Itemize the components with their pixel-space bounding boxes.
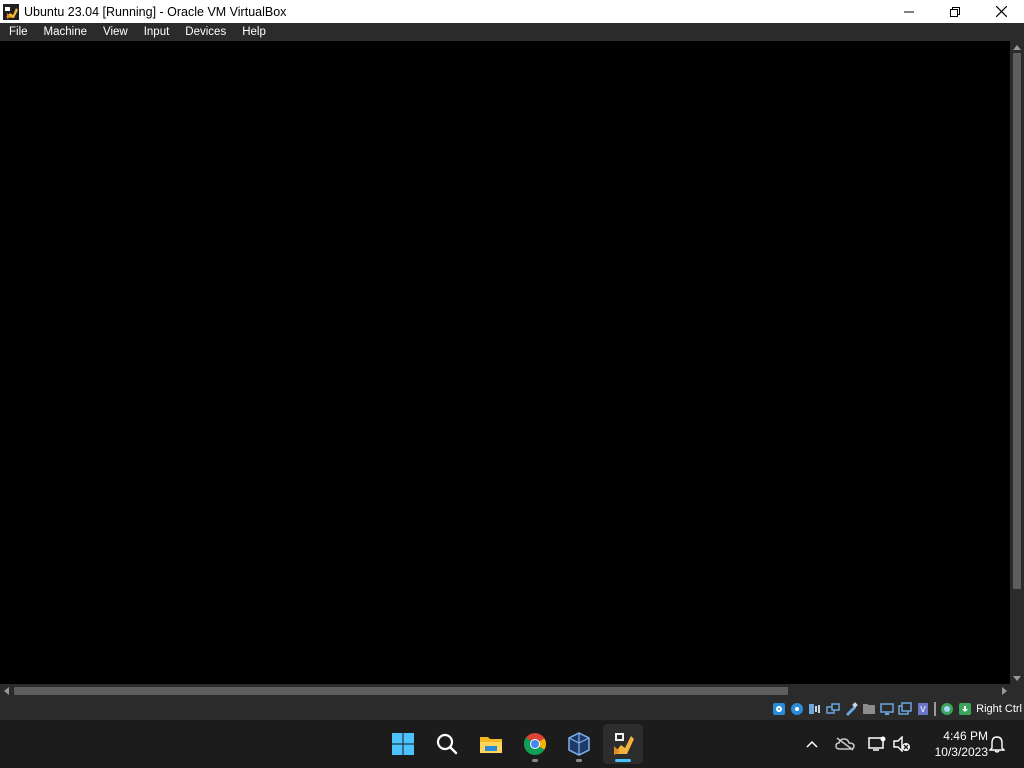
minimize-button[interactable] — [886, 0, 932, 23]
menu-machine[interactable]: Machine — [35, 23, 94, 41]
taskbar-file-explorer[interactable] — [471, 724, 511, 764]
vm-display[interactable] — [0, 41, 1010, 684]
status-separator — [933, 701, 937, 717]
display-icon[interactable] — [879, 701, 895, 717]
show-hidden-icons-button[interactable] — [800, 720, 824, 768]
scroll-up-arrow[interactable] — [1010, 41, 1024, 53]
host-key-label[interactable]: Right Ctrl — [976, 703, 1022, 715]
taskbar-chrome[interactable] — [515, 724, 555, 764]
volume-tray-button[interactable] — [890, 720, 914, 768]
menu-devices[interactable]: Devices — [176, 23, 233, 41]
volume-muted-icon — [893, 736, 910, 752]
active-indicator — [615, 759, 631, 762]
clock-date: 10/3/2023 — [934, 745, 988, 759]
taskbar-virtualbox-manager[interactable] — [559, 724, 599, 764]
notifications-icon — [989, 736, 1005, 753]
virtualbox-manager-icon — [568, 732, 590, 756]
start-button[interactable] — [383, 724, 423, 764]
shared-folders-icon[interactable] — [861, 701, 877, 717]
guest-additions-icon[interactable] — [939, 701, 955, 717]
menu-file[interactable]: File — [0, 23, 35, 41]
vertical-scroll-thumb[interactable] — [1013, 53, 1021, 589]
chrome-icon — [523, 733, 546, 755]
usb-icon[interactable] — [843, 701, 859, 717]
taskbar-clock[interactable]: 4:46 PM 10/3/2023 — [918, 728, 988, 760]
start-icon — [392, 733, 414, 755]
windows-taskbar: 4:46 PM 10/3/2023 — [0, 720, 1024, 768]
close-button[interactable] — [978, 0, 1024, 23]
clock-time: 4:46 PM — [943, 729, 988, 743]
window-titlebar[interactable]: Ubuntu 23.04 [Running] - Oracle VM Virtu… — [0, 0, 1024, 23]
running-indicator — [576, 759, 582, 762]
menu-help[interactable]: Help — [233, 23, 273, 41]
window-title: Ubuntu 23.04 [Running] - Oracle VM Virtu… — [24, 4, 287, 19]
onedrive-icon — [835, 737, 855, 751]
network-icon[interactable] — [825, 701, 841, 717]
virtualization-icon[interactable]: V — [915, 701, 931, 717]
chevron-down-icon — [1013, 675, 1021, 681]
scroll-left-arrow[interactable] — [0, 684, 12, 698]
chevron-up-icon — [1013, 44, 1021, 50]
close-icon — [995, 6, 1007, 17]
vertical-scrollbar[interactable] — [1010, 41, 1024, 684]
network-tray-button[interactable] — [864, 720, 890, 768]
network-icon — [868, 736, 886, 751]
search-icon — [436, 733, 458, 755]
video-capture-icon[interactable] — [897, 701, 913, 717]
notifications-button[interactable] — [986, 720, 1008, 768]
horizontal-scrollbar[interactable] — [0, 684, 1010, 698]
virtualbox-app-icon — [3, 3, 19, 20]
taskbar-virtualbox-vm[interactable] — [603, 724, 643, 764]
minimize-icon — [904, 11, 914, 12]
chevron-right-icon — [1001, 687, 1007, 695]
keyboard-capture-icon[interactable] — [957, 701, 973, 717]
menu-view[interactable]: View — [94, 23, 135, 41]
menu-input[interactable]: Input — [135, 23, 177, 41]
virtualbox-vm-icon — [614, 733, 634, 755]
file-explorer-icon — [480, 737, 502, 753]
taskbar-search-button[interactable] — [427, 724, 467, 764]
chevron-left-icon — [3, 687, 9, 695]
scrollbar-corner — [1010, 684, 1024, 698]
horizontal-scroll-thumb[interactable] — [14, 687, 788, 695]
hard-disk-icon[interactable] — [771, 701, 787, 717]
audio-icon[interactable] — [807, 701, 823, 717]
running-indicator — [532, 759, 538, 762]
maximize-button[interactable] — [932, 0, 978, 23]
menu-bar: File Machine View Input Devices Help — [0, 23, 1024, 41]
svg-text:V: V — [920, 705, 926, 714]
vm-status-bar: V Right Ctrl — [0, 698, 1024, 720]
scroll-right-arrow[interactable] — [998, 684, 1010, 698]
onedrive-button[interactable] — [832, 720, 858, 768]
scroll-down-arrow[interactable] — [1010, 672, 1024, 684]
optical-drive-icon[interactable] — [789, 701, 805, 717]
restore-icon — [950, 6, 960, 17]
chevron-up-icon — [806, 740, 818, 748]
